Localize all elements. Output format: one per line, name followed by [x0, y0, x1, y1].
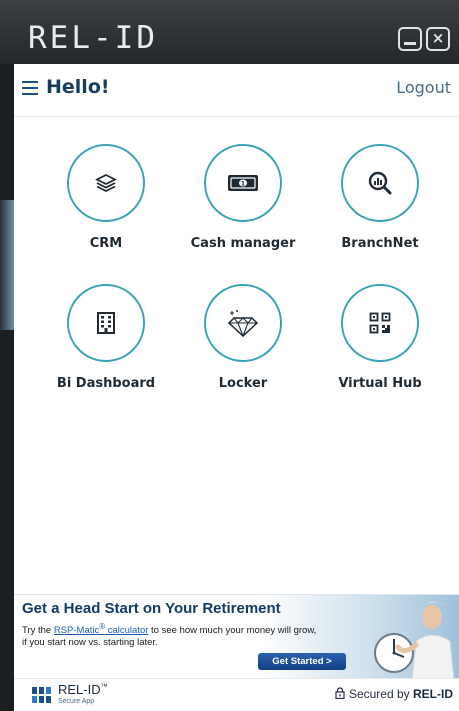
app-icon-circle: 1: [204, 144, 282, 222]
app-tile-cash-manager[interactable]: 1 Cash manager: [173, 144, 313, 251]
app-content: Hello! Logout CRM 1 Cash manager BranchN…: [14, 64, 459, 711]
svg-text:1: 1: [241, 180, 245, 187]
app-header: Hello! Logout: [14, 64, 459, 117]
banner-text-before: Try the: [22, 625, 54, 637]
app-icon-circle: [341, 284, 419, 362]
banknote-icon: 1: [228, 175, 258, 191]
rel-id-logo-icon: [32, 687, 51, 703]
title-bar: REL-ID ×: [0, 0, 459, 64]
app-tile-bi-dashboard[interactable]: Bi Dashboard: [36, 284, 176, 391]
app-tile-branchnet[interactable]: BranchNet: [310, 144, 450, 251]
app-tile-locker[interactable]: Locker: [173, 284, 313, 391]
layers-icon: [95, 174, 117, 192]
footer-subtitle: Secure App: [58, 698, 95, 705]
get-started-button[interactable]: Get Started >: [258, 653, 346, 670]
minimize-button[interactable]: [398, 27, 422, 51]
app-icon-circle: [67, 284, 145, 362]
diamond-icon: [227, 310, 259, 337]
retirement-ad-banner[interactable]: Get a Head Start on Your Retirement Try …: [14, 594, 459, 679]
rsp-matic-link[interactable]: RSP-Matic® calculator: [54, 622, 149, 636]
qr-code-icon: [369, 312, 391, 334]
app-icon-circle: [204, 284, 282, 362]
secured-by-label: Secured by REL-ID: [335, 687, 453, 701]
app-icon-circle: [341, 144, 419, 222]
search-chart-icon: [368, 171, 392, 195]
side-decoration: [0, 200, 14, 330]
building-icon: [97, 312, 115, 334]
retirement-illustration: [374, 601, 455, 679]
app-tile-label: Virtual Hub: [338, 376, 422, 391]
banner-title: Get a Head Start on Your Retirement: [22, 600, 281, 617]
app-icon-circle: [67, 144, 145, 222]
hamburger-menu-icon[interactable]: [22, 81, 38, 95]
logout-link[interactable]: Logout: [396, 78, 451, 97]
app-tile-label: CRM: [89, 236, 123, 251]
app-tile-label: Bi Dashboard: [56, 376, 156, 391]
app-tile-virtual-hub[interactable]: Virtual Hub: [310, 284, 450, 391]
app-tile-label: Cash manager: [190, 236, 296, 251]
greeting-title: Hello!: [46, 76, 110, 98]
app-footer: REL-ID™ Secure App Secured by REL-ID: [14, 678, 459, 711]
banner-text: Try the RSP-Matic® calculator to see how…: [22, 621, 322, 649]
window-brand: REL-ID: [28, 20, 158, 56]
lock-icon: [335, 687, 345, 700]
app-window: REL-ID × Hello! Logout CRM 1 Cash manage…: [0, 0, 459, 711]
close-button[interactable]: ×: [426, 27, 450, 51]
app-tile-label: BranchNet: [341, 236, 419, 251]
footer-brand: REL-ID™: [58, 682, 108, 697]
app-tile-crm[interactable]: CRM: [36, 144, 176, 251]
app-tile-label: Locker: [218, 376, 268, 391]
